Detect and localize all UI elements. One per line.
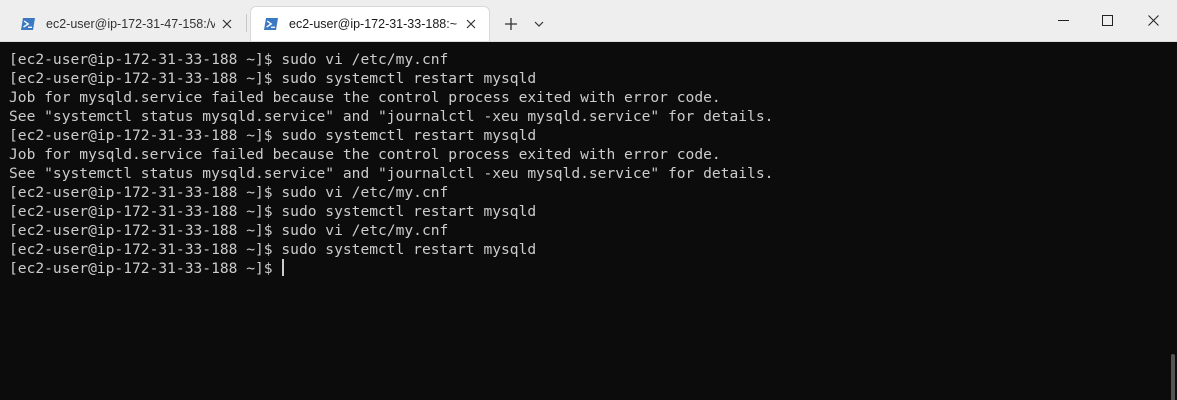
plus-icon <box>505 18 517 30</box>
terminal-line: See "systemctl status mysqld.service" an… <box>9 165 774 182</box>
maximize-icon <box>1101 14 1113 26</box>
terminal-scrollbar[interactable] <box>1165 42 1177 400</box>
scrollbar-thumb[interactable] <box>1171 354 1175 400</box>
tab-ec2-user-47-158[interactable]: ec2-user@ip-172-31-47-158:/v <box>8 6 245 41</box>
terminal-line: [ec2-user@ip-172-31-33-188 ~]$ sudo syst… <box>9 203 537 220</box>
tab-title: ec2-user@ip-172-31-33-188:~ <box>289 17 457 31</box>
terminal-line: See "systemctl status mysqld.service" an… <box>9 108 774 125</box>
tab-bar: ec2-user@ip-172-31-47-158:/v ec2-user@ip… <box>0 0 1177 42</box>
terminal-line: Job for mysqld.service failed because th… <box>9 89 721 106</box>
minimize-icon <box>1057 19 1069 21</box>
close-tab-icon[interactable] <box>215 12 239 36</box>
current-prompt: [ec2-user@ip-172-31-33-188 ~]$ <box>9 260 282 277</box>
tab-title: ec2-user@ip-172-31-47-158:/v <box>46 16 215 31</box>
terminal-line: [ec2-user@ip-172-31-33-188 ~]$ sudo vi /… <box>9 184 449 201</box>
powershell-icon <box>264 18 278 30</box>
tab-dropdown-button[interactable] <box>528 10 550 38</box>
terminal-output[interactable]: [ec2-user@ip-172-31-33-188 ~]$ sudo vi /… <box>0 42 1165 400</box>
terminal-window: ec2-user@ip-172-31-47-158:/v ec2-user@ip… <box>0 0 1177 400</box>
close-icon <box>1147 14 1159 26</box>
close-tab-icon[interactable] <box>459 12 483 36</box>
terminal-lines: [ec2-user@ip-172-31-33-188 ~]$ sudo vi /… <box>9 50 773 278</box>
tab-ec2-user-33-188[interactable]: ec2-user@ip-172-31-33-188:~ <box>250 6 490 41</box>
maximize-button[interactable] <box>1084 0 1130 40</box>
terminal-line: [ec2-user@ip-172-31-33-188 ~]$ sudo vi /… <box>9 222 449 239</box>
terminal-line: [ec2-user@ip-172-31-33-188 ~]$ sudo syst… <box>9 127 537 144</box>
minimize-button[interactable] <box>1040 0 1086 40</box>
close-window-button[interactable] <box>1130 0 1176 40</box>
new-tab-button[interactable] <box>498 10 524 38</box>
tab-separator <box>246 14 247 32</box>
terminal-line: [ec2-user@ip-172-31-33-188 ~]$ sudo vi /… <box>9 51 449 68</box>
powershell-icon <box>21 17 35 30</box>
terminal-line: Job for mysqld.service failed because th… <box>9 146 721 163</box>
text-cursor <box>282 259 285 276</box>
terminal-line: [ec2-user@ip-172-31-33-188 ~]$ sudo syst… <box>9 241 537 258</box>
chevron-down-icon <box>534 21 544 27</box>
terminal-prompt-line[interactable]: [ec2-user@ip-172-31-33-188 ~]$ <box>9 259 773 278</box>
terminal-line: [ec2-user@ip-172-31-33-188 ~]$ sudo syst… <box>9 70 537 87</box>
